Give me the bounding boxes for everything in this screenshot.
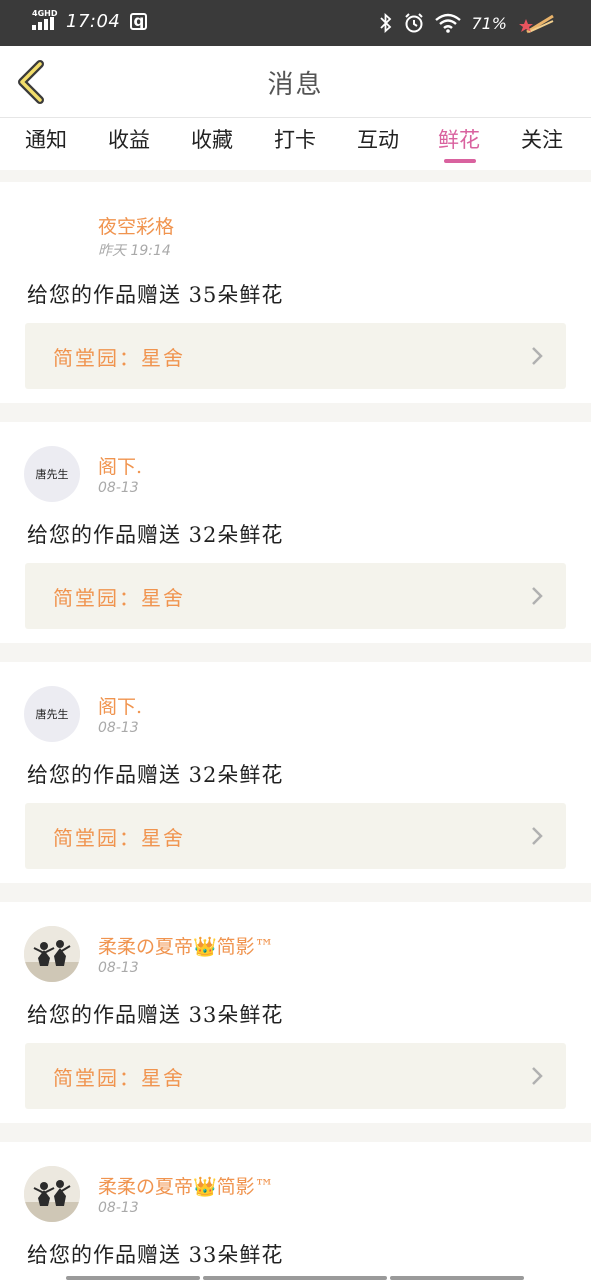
tab-checkin[interactable]: 打卡 <box>274 124 316 154</box>
chevron-right-icon <box>532 587 543 605</box>
work-title: 简堂园：星舍 <box>53 1066 185 1090</box>
work-title: 简堂园：星舍 <box>53 346 185 370</box>
status-time: 17:04 <box>66 10 121 32</box>
work-title: 简堂园：星舍 <box>53 586 185 610</box>
bluetooth-icon <box>380 13 392 33</box>
sender-name[interactable]: 夜空彩格 <box>98 212 174 239</box>
top-app-bar: 消息 <box>0 46 591 118</box>
gesture-bar <box>390 1276 524 1280</box>
tab-favorites[interactable]: 收藏 <box>191 124 233 154</box>
tab-following[interactable]: 关注 <box>521 124 563 154</box>
message-text: 给您的作品赠送 35朵鲜花 <box>27 283 284 307</box>
sender-name[interactable]: 阁下. <box>98 452 142 479</box>
tab-earnings[interactable]: 收益 <box>108 124 150 154</box>
status-bar: 4GHD 17:04 q 71% <box>0 0 591 46</box>
message-time: 08-13 <box>98 720 139 736</box>
chevron-right-icon <box>532 827 543 845</box>
work-link[interactable]: 简堂园：星舍 <box>25 803 566 869</box>
signal-icon: 4GHD <box>32 10 57 32</box>
tab-interaction[interactable]: 互动 <box>357 124 399 154</box>
active-tab-indicator <box>444 159 476 163</box>
message-time: 08-13 <box>98 960 139 976</box>
avatar[interactable]: 唐先生 <box>24 446 80 502</box>
avatar[interactable] <box>24 206 80 262</box>
message-text: 给您的作品赠送 33朵鲜花 <box>27 1003 284 1027</box>
message-text: 给您的作品赠送 33朵鲜花 <box>27 1243 284 1267</box>
message-text: 给您的作品赠送 32朵鲜花 <box>27 763 284 787</box>
message-time: 昨天 19:14 <box>98 243 171 259</box>
avatar[interactable] <box>24 1166 80 1222</box>
work-link[interactable]: 简堂园：星舍 <box>25 323 566 389</box>
list-item[interactable]: 夜空彩格 昨天 19:14 给您的作品赠送 35朵鲜花 简堂园：星舍 <box>0 182 591 403</box>
sender-name[interactable]: 阁下. <box>98 692 142 719</box>
work-title: 简堂园：星舍 <box>53 826 185 850</box>
tab-notice[interactable]: 通知 <box>25 124 67 154</box>
couple-photo-icon <box>24 1166 80 1222</box>
list-item[interactable]: 唐先生 阁下. 08-13 给您的作品赠送 32朵鲜花 简堂园：星舍 <box>0 662 591 883</box>
work-link[interactable]: 简堂园：星舍 <box>25 1043 566 1109</box>
message-time: 08-13 <box>98 480 139 496</box>
chevron-right-icon <box>532 1067 543 1085</box>
alarm-icon <box>405 13 424 33</box>
tab-flowers[interactable]: 鲜花 <box>438 124 480 154</box>
work-link[interactable]: 简堂园：星舍 <box>25 563 566 629</box>
sender-name[interactable]: 柔柔の夏帝👑简影™ <box>98 1172 274 1199</box>
page-title: 消息 <box>267 70 324 100</box>
sender-name[interactable]: 柔柔の夏帝👑简影™ <box>98 932 274 959</box>
list-item[interactable]: 柔柔の夏帝👑简影™ 08-13 给您的作品赠送 33朵鲜花 <box>0 1142 591 1280</box>
message-time: 08-13 <box>98 1200 139 1216</box>
avatar[interactable]: 唐先生 <box>24 686 80 742</box>
message-category-tabs: 通知 收益 收藏 打卡 互动 鲜花 关注 <box>0 118 591 170</box>
avatar[interactable] <box>24 926 80 982</box>
app-notification-icon: q <box>130 12 148 30</box>
shooting-star-icon <box>519 14 554 34</box>
battery-level: 71% <box>471 13 507 33</box>
chevron-right-icon <box>532 347 543 365</box>
gesture-bar <box>203 1276 387 1280</box>
couple-photo-icon <box>24 926 80 982</box>
gesture-bar <box>66 1276 200 1280</box>
list-item[interactable]: 柔柔の夏帝👑简影™ 08-13 给您的作品赠送 33朵鲜花 简堂园：星舍 <box>0 902 591 1123</box>
message-text: 给您的作品赠送 32朵鲜花 <box>27 523 284 547</box>
wifi-icon <box>435 13 462 33</box>
list-item[interactable]: 唐先生 阁下. 08-13 给您的作品赠送 32朵鲜花 简堂园：星舍 <box>0 422 591 643</box>
